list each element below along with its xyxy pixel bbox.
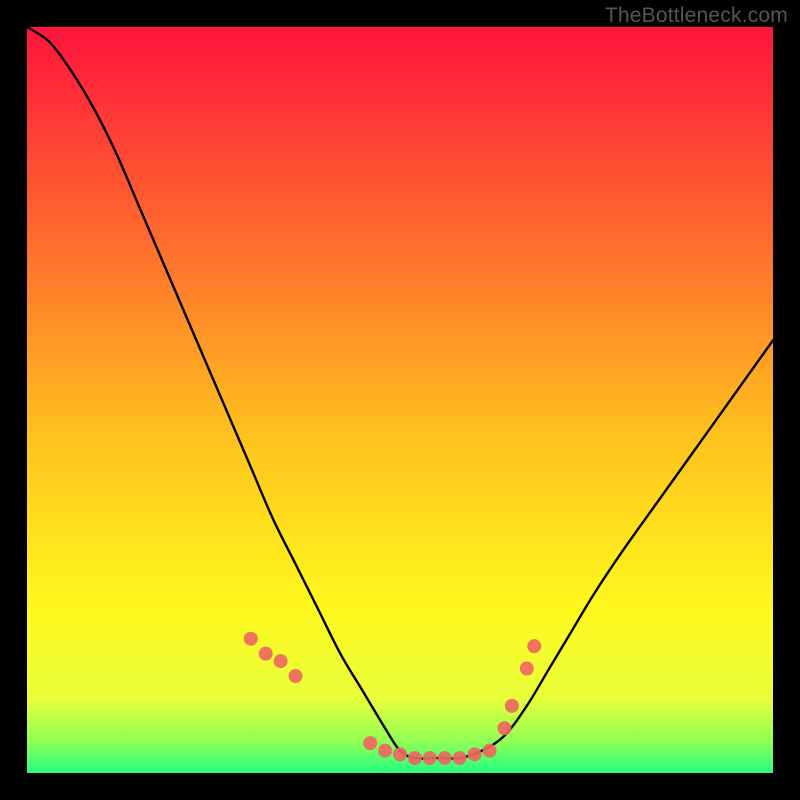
marker-dot xyxy=(527,639,541,653)
marker-dot xyxy=(408,751,422,765)
marker-dot xyxy=(363,736,377,750)
marker-dot xyxy=(378,744,392,758)
marker-dot xyxy=(453,751,467,765)
watermark-text: TheBottleneck.com xyxy=(605,4,788,28)
marker-dot xyxy=(289,669,303,683)
chart-frame xyxy=(27,27,773,773)
marker-dot xyxy=(274,654,288,668)
marker-dot xyxy=(520,662,534,676)
marker-dot xyxy=(468,747,482,761)
marker-dot xyxy=(497,721,511,735)
gradient-bg xyxy=(27,27,773,773)
marker-dot xyxy=(393,747,407,761)
marker-dot xyxy=(438,751,452,765)
marker-dot xyxy=(483,744,497,758)
marker-dot xyxy=(423,751,437,765)
marker-dot xyxy=(505,699,519,713)
marker-dot xyxy=(244,632,258,646)
marker-dot xyxy=(259,647,273,661)
bottleneck-plot xyxy=(27,27,773,773)
